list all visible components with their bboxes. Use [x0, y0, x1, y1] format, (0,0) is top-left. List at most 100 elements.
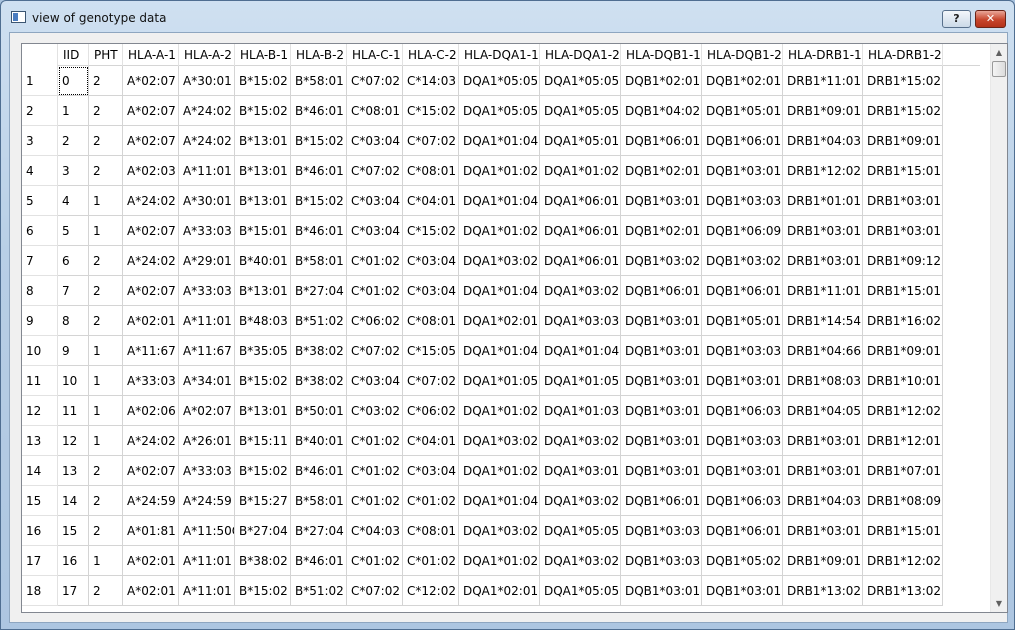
table-row[interactable]: 7 6 2 A*24:02 A*29:01 B*40:01 B*58:01 C*01:02 C*… [22, 246, 980, 276]
column-header[interactable]: HLA-DRB1-2 [863, 44, 943, 66]
table-cell[interactable]: DQB1*06:01 [702, 126, 783, 156]
table-cell[interactable]: DQB1*03:01 [621, 426, 702, 456]
table-cell[interactable]: DRB1*16:02 [863, 306, 943, 336]
table-cell[interactable]: DQB1*03:01 [621, 366, 702, 396]
table-cell[interactable]: B*15:02 [235, 366, 291, 396]
scroll-down-icon[interactable]: ▼ [991, 595, 1007, 612]
table-row[interactable]: 9 8 2 A*02:01 A*11:01 B*48:03 B*51:02 C*06:02 C*… [22, 306, 980, 336]
table-cell[interactable]: C*08:01 [403, 156, 459, 186]
table-cell[interactable]: B*40:01 [235, 246, 291, 276]
table-cell[interactable]: 0 [58, 66, 89, 96]
table-cell[interactable]: B*38:02 [291, 336, 347, 366]
table-row[interactable]: 15 14 2 A*24:59 A*24:59 B*15:27 B*58:01 C*01:02… [22, 486, 980, 516]
table-cell[interactable]: C*01:02 [347, 246, 403, 276]
table-cell[interactable]: DQA1*01:03 [540, 396, 621, 426]
table-cell[interactable]: C*03:04 [347, 216, 403, 246]
table-cell[interactable]: A*11:50Q [179, 516, 235, 546]
table-cell[interactable]: A*01:81 [123, 516, 179, 546]
table-cell[interactable]: B*27:04 [291, 276, 347, 306]
table-cell[interactable]: C*01:02 [347, 486, 403, 516]
table-cell[interactable]: A*26:01 [179, 426, 235, 456]
table-cell[interactable]: A*30:01 [179, 66, 235, 96]
table-cell[interactable]: C*07:02 [347, 156, 403, 186]
table-cell[interactable]: DRB1*03:01 [863, 216, 943, 246]
table-cell[interactable]: B*15:02 [235, 96, 291, 126]
table-cell[interactable]: B*15:27 [235, 486, 291, 516]
table-row[interactable]: 13 12 1 A*24:02 A*26:01 B*15:11 B*40:01 C*01:02… [22, 426, 980, 456]
table-cell[interactable]: A*33:03 [179, 456, 235, 486]
table-cell[interactable]: C*01:02 [347, 456, 403, 486]
table-cell[interactable]: B*13:01 [235, 396, 291, 426]
table-cell[interactable]: C*07:02 [403, 126, 459, 156]
table-cell[interactable]: A*30:01 [179, 186, 235, 216]
table-cell[interactable]: 6 [58, 246, 89, 276]
table-cell[interactable]: DRB1*04:66 [783, 336, 863, 366]
table-cell[interactable]: DQB1*03:01 [621, 456, 702, 486]
table-cell[interactable]: A*24:02 [123, 246, 179, 276]
table-cell[interactable]: C*04:01 [403, 186, 459, 216]
table-cell[interactable]: A*33:03 [123, 366, 179, 396]
column-header[interactable]: IID [58, 44, 89, 66]
table-cell[interactable]: 2 [89, 66, 123, 96]
table-cell[interactable]: DQB1*03:02 [621, 246, 702, 276]
table-cell[interactable]: 2 [89, 516, 123, 546]
column-header[interactable]: HLA-DQA1-1 [459, 44, 540, 66]
table-cell[interactable]: DQB1*03:03 [621, 516, 702, 546]
table-cell[interactable]: C*01:02 [403, 486, 459, 516]
table-cell[interactable]: B*46:01 [291, 456, 347, 486]
table-cell[interactable]: C*03:04 [347, 186, 403, 216]
table-cell[interactable]: DQB1*06:03 [702, 396, 783, 426]
table-cell[interactable]: 3 [58, 156, 89, 186]
table-cell[interactable]: DQA1*01:02 [459, 546, 540, 576]
table-cell[interactable]: B*58:01 [291, 66, 347, 96]
table-cell[interactable]: C*07:02 [403, 366, 459, 396]
genotype-table[interactable]: IID PHT HLA-A-1 HLA-A-2 HLA-B-1 HLA-B-2 HLA-C-… [21, 43, 1008, 613]
table-row[interactable]: 18 17 2 A*02:01 A*11:01 B*15:02 B*51:02 C*07:02… [22, 576, 980, 606]
table-cell[interactable]: DQA1*01:04 [459, 486, 540, 516]
row-header[interactable]: 18 [22, 576, 58, 606]
table-cell[interactable]: DRB1*07:01 [863, 456, 943, 486]
table-cell[interactable]: C*08:01 [403, 306, 459, 336]
table-cell[interactable]: DQA1*03:02 [540, 546, 621, 576]
table-cell[interactable]: DRB1*11:01 [783, 276, 863, 306]
table-cell[interactable]: C*01:02 [347, 276, 403, 306]
table-cell[interactable]: C*01:02 [347, 546, 403, 576]
help-button[interactable]: ? [942, 10, 971, 28]
table-cell[interactable]: DQB1*03:01 [621, 186, 702, 216]
table-row[interactable]: 10 9 1 A*11:67 A*11:67 B*35:05 B*38:02 C*07:02 C… [22, 336, 980, 366]
table-cell[interactable]: A*02:07 [123, 126, 179, 156]
table-cell[interactable]: C*15:05 [403, 336, 459, 366]
table-cell[interactable]: DQA1*03:02 [540, 276, 621, 306]
table-cell[interactable]: DQB1*03:03 [702, 186, 783, 216]
table-cell[interactable]: DQB1*06:01 [621, 126, 702, 156]
table-cell[interactable]: DQA1*01:02 [459, 456, 540, 486]
table-cell[interactable]: B*15:02 [235, 576, 291, 606]
table-cell[interactable]: A*02:01 [123, 306, 179, 336]
table-cell[interactable]: DQA1*01:04 [459, 126, 540, 156]
table-cell[interactable]: DQB1*03:03 [702, 336, 783, 366]
table-cell[interactable]: A*02:01 [123, 576, 179, 606]
table-cell[interactable]: DRB1*13:02 [783, 576, 863, 606]
table-cell[interactable]: DQA1*03:02 [459, 426, 540, 456]
table-cell[interactable]: A*11:01 [179, 546, 235, 576]
table-cell[interactable]: DQB1*02:01 [621, 156, 702, 186]
row-header[interactable]: 9 [22, 306, 58, 336]
table-cell[interactable]: B*38:02 [235, 546, 291, 576]
table-cell[interactable]: DQB1*06:01 [621, 486, 702, 516]
row-header[interactable]: 4 [22, 156, 58, 186]
table-cell[interactable]: C*04:01 [403, 426, 459, 456]
table-cell[interactable]: C*15:02 [403, 216, 459, 246]
column-header[interactable]: HLA-A-2 [179, 44, 235, 66]
table-cell[interactable]: DQB1*06:01 [702, 276, 783, 306]
table-cell[interactable]: A*11:01 [179, 306, 235, 336]
table-cell[interactable]: C*06:02 [403, 396, 459, 426]
column-header[interactable]: HLA-B-2 [291, 44, 347, 66]
table-cell[interactable]: C*01:02 [403, 546, 459, 576]
table-cell[interactable]: 2 [89, 96, 123, 126]
table-cell[interactable]: DQB1*06:01 [702, 516, 783, 546]
table-cell[interactable]: DRB1*04:03 [783, 126, 863, 156]
table-cell[interactable]: 14 [58, 486, 89, 516]
table-cell[interactable]: 15 [58, 516, 89, 546]
table-row[interactable]: 4 3 2 A*02:03 A*11:01 B*13:01 B*46:01 C*07:02 C*… [22, 156, 980, 186]
table-cell[interactable]: 11 [58, 396, 89, 426]
